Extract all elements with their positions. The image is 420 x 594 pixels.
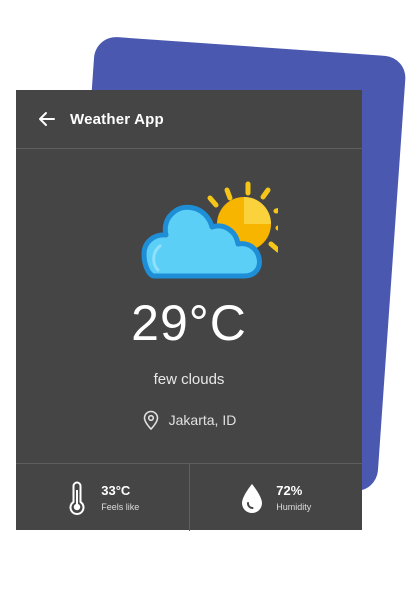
app-title: Weather App <box>70 110 164 128</box>
partly-cloudy-icon <box>141 181 278 279</box>
arrow-left-icon <box>39 112 55 126</box>
humidity-label: Humidity <box>276 502 312 512</box>
feels-like-value: 33°C <box>101 483 131 498</box>
feels-like-label: Feels like <box>101 502 140 512</box>
feels-like-stat: 33°C Feels like <box>16 464 189 531</box>
location-label: Jakarta, ID <box>168 412 237 428</box>
thermometer-icon <box>69 481 85 515</box>
temperature-value: 29°C <box>131 295 247 351</box>
weather-description: few clouds <box>153 371 225 388</box>
humidity-value: 72% <box>276 483 303 498</box>
app-header: Weather App <box>16 90 362 149</box>
droplet-icon <box>242 483 263 513</box>
location: Jakarta, ID <box>16 410 362 430</box>
humidity-stat: 72% Humidity <box>188 464 363 531</box>
back-button[interactable] <box>35 107 59 131</box>
stats-bar: 33°C Feels like 72% Humidity <box>16 463 362 531</box>
weather-app-card: Weather App 29°C few clouds Jakarta, ID <box>16 90 362 531</box>
location-pin-icon <box>143 410 158 430</box>
